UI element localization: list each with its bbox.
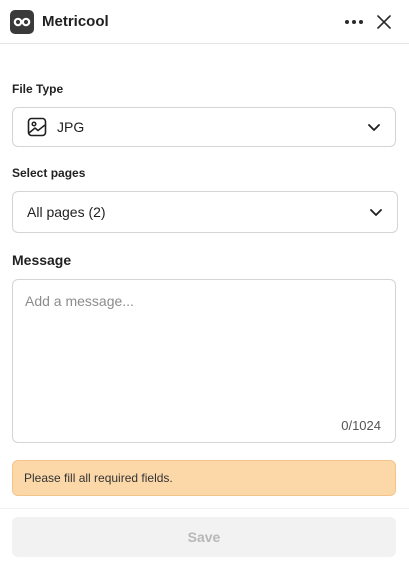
metricool-logo-icon xyxy=(10,9,34,34)
select-pages-value: All pages (2) xyxy=(27,204,106,220)
alert-text: Please fill all required fields. xyxy=(24,471,173,485)
select-pages-select[interactable]: All pages (2) xyxy=(12,191,398,233)
app-title: Metricool xyxy=(42,13,109,30)
close-icon xyxy=(377,14,391,29)
app-header: Metricool xyxy=(0,0,409,44)
required-fields-alert: Please fill all required fields. xyxy=(12,460,396,496)
file-type-value: JPG xyxy=(57,119,85,135)
close-button[interactable] xyxy=(369,7,399,37)
file-type-label: File Type xyxy=(12,82,64,96)
footer-divider xyxy=(0,508,409,509)
more-horizontal-icon xyxy=(345,19,363,24)
message-textarea[interactable]: Add a message... 0/1024 xyxy=(12,279,396,443)
message-placeholder: Add a message... xyxy=(25,293,134,309)
file-type-select[interactable]: JPG xyxy=(12,107,396,147)
save-button[interactable]: Save xyxy=(12,517,396,557)
character-counter: 0/1024 xyxy=(341,418,381,433)
more-button[interactable] xyxy=(339,7,369,37)
chevron-down-icon xyxy=(368,124,380,131)
select-pages-label: Select pages xyxy=(12,166,86,180)
image-icon xyxy=(27,117,47,137)
message-label: Message xyxy=(12,252,72,268)
chevron-down-icon xyxy=(370,209,382,216)
